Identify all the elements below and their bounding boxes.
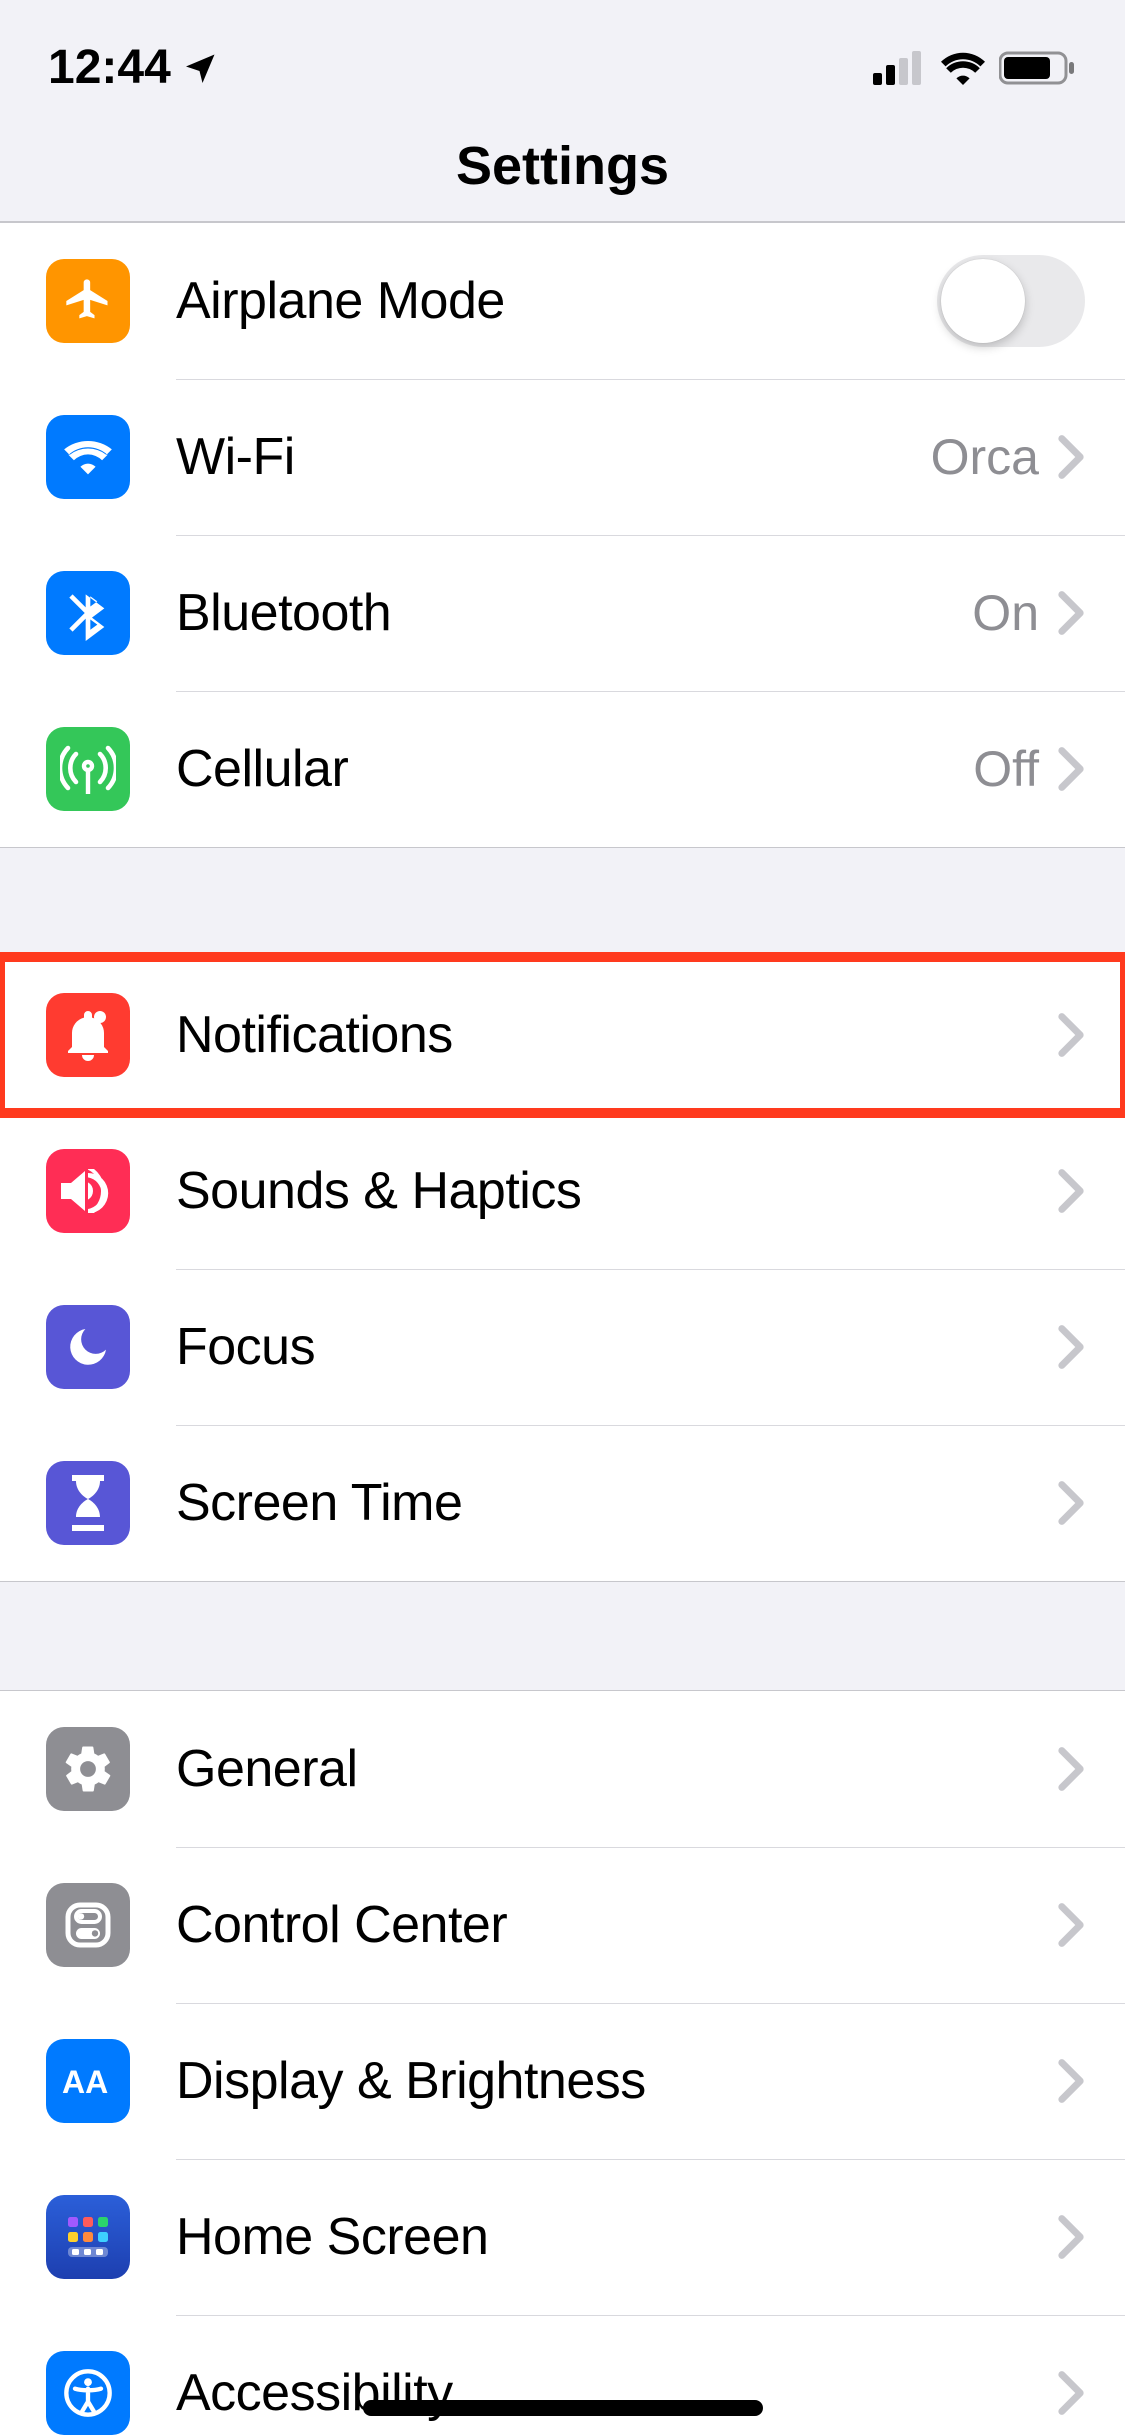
status-right [873, 50, 1077, 86]
accessibility-icon [46, 2351, 130, 2435]
row-label: Wi-Fi [176, 427, 931, 487]
row-home-screen[interactable]: Home Screen [0, 2159, 1125, 2315]
row-airplane-mode[interactable]: Airplane Mode [0, 223, 1125, 379]
row-notifications[interactable]: Notifications [0, 957, 1125, 1113]
general-icon [46, 1727, 130, 1811]
chevron-right-icon [1057, 2214, 1085, 2260]
chevron-right-icon [1057, 434, 1085, 480]
row-label: Airplane Mode [176, 271, 937, 331]
chevron-right-icon [1057, 1746, 1085, 1792]
row-display-brightness[interactable]: AA Display & Brightness [0, 2003, 1125, 2159]
row-general[interactable]: General [0, 1691, 1125, 1847]
airplane-icon [46, 259, 130, 343]
screen-time-icon [46, 1461, 130, 1545]
section-connectivity: Airplane Mode Wi-Fi Orca Bluetooth On Ce… [0, 222, 1125, 848]
navbar: Settings [0, 135, 1125, 222]
display-icon: AA [46, 2039, 130, 2123]
row-label: Notifications [176, 1005, 1057, 1065]
row-label: Sounds & Haptics [176, 1161, 1057, 1221]
chevron-right-icon [1057, 590, 1085, 636]
battery-icon [999, 50, 1077, 86]
section-gap [0, 848, 1125, 956]
svg-text:AA: AA [62, 2064, 108, 2100]
cellular-icon [46, 727, 130, 811]
row-label: Control Center [176, 1895, 1057, 1955]
row-label: Screen Time [176, 1473, 1057, 1533]
row-sounds-haptics[interactable]: Sounds & Haptics [0, 1113, 1125, 1269]
chevron-right-icon [1057, 2058, 1085, 2104]
row-cellular[interactable]: Cellular Off [0, 691, 1125, 847]
row-focus[interactable]: Focus [0, 1269, 1125, 1425]
row-bluetooth[interactable]: Bluetooth On [0, 535, 1125, 691]
status-bar: 12:44 [0, 0, 1125, 135]
row-detail: Orca [931, 428, 1039, 486]
chevron-right-icon [1057, 2370, 1085, 2416]
cellular-signal-icon [873, 51, 927, 85]
sounds-icon [46, 1149, 130, 1233]
airplane-toggle[interactable] [937, 255, 1085, 347]
wifi-icon [46, 415, 130, 499]
page-title: Settings [0, 135, 1125, 197]
row-detail: Off [973, 740, 1039, 798]
status-left: 12:44 [48, 40, 219, 95]
row-accessibility[interactable]: Accessibility [0, 2315, 1125, 2436]
chevron-right-icon [1057, 1012, 1085, 1058]
row-label: Focus [176, 1317, 1057, 1377]
wifi-status-icon [939, 51, 987, 85]
section-system: General Control Center AA Display & Brig… [0, 1690, 1125, 2436]
row-label: Cellular [176, 739, 973, 799]
row-screen-time[interactable]: Screen Time [0, 1425, 1125, 1581]
chevron-right-icon [1057, 1480, 1085, 1526]
row-detail: On [972, 584, 1039, 642]
bluetooth-icon [46, 571, 130, 655]
home-screen-icon [46, 2195, 130, 2279]
location-icon [183, 50, 219, 86]
status-time: 12:44 [48, 40, 171, 95]
chevron-right-icon [1057, 1168, 1085, 1214]
chevron-right-icon [1057, 1324, 1085, 1370]
section-gap [0, 1582, 1125, 1690]
home-indicator[interactable] [363, 2400, 763, 2416]
row-control-center[interactable]: Control Center [0, 1847, 1125, 2003]
row-label: Home Screen [176, 2207, 1057, 2267]
focus-icon [46, 1305, 130, 1389]
notifications-icon [46, 993, 130, 1077]
section-alerts: Notifications Sounds & Haptics Focus Scr… [0, 956, 1125, 1582]
chevron-right-icon [1057, 1902, 1085, 1948]
row-label: General [176, 1739, 1057, 1799]
control-center-icon [46, 1883, 130, 1967]
chevron-right-icon [1057, 746, 1085, 792]
row-label: Bluetooth [176, 583, 972, 643]
row-wifi[interactable]: Wi-Fi Orca [0, 379, 1125, 535]
row-label: Display & Brightness [176, 2051, 1057, 2111]
